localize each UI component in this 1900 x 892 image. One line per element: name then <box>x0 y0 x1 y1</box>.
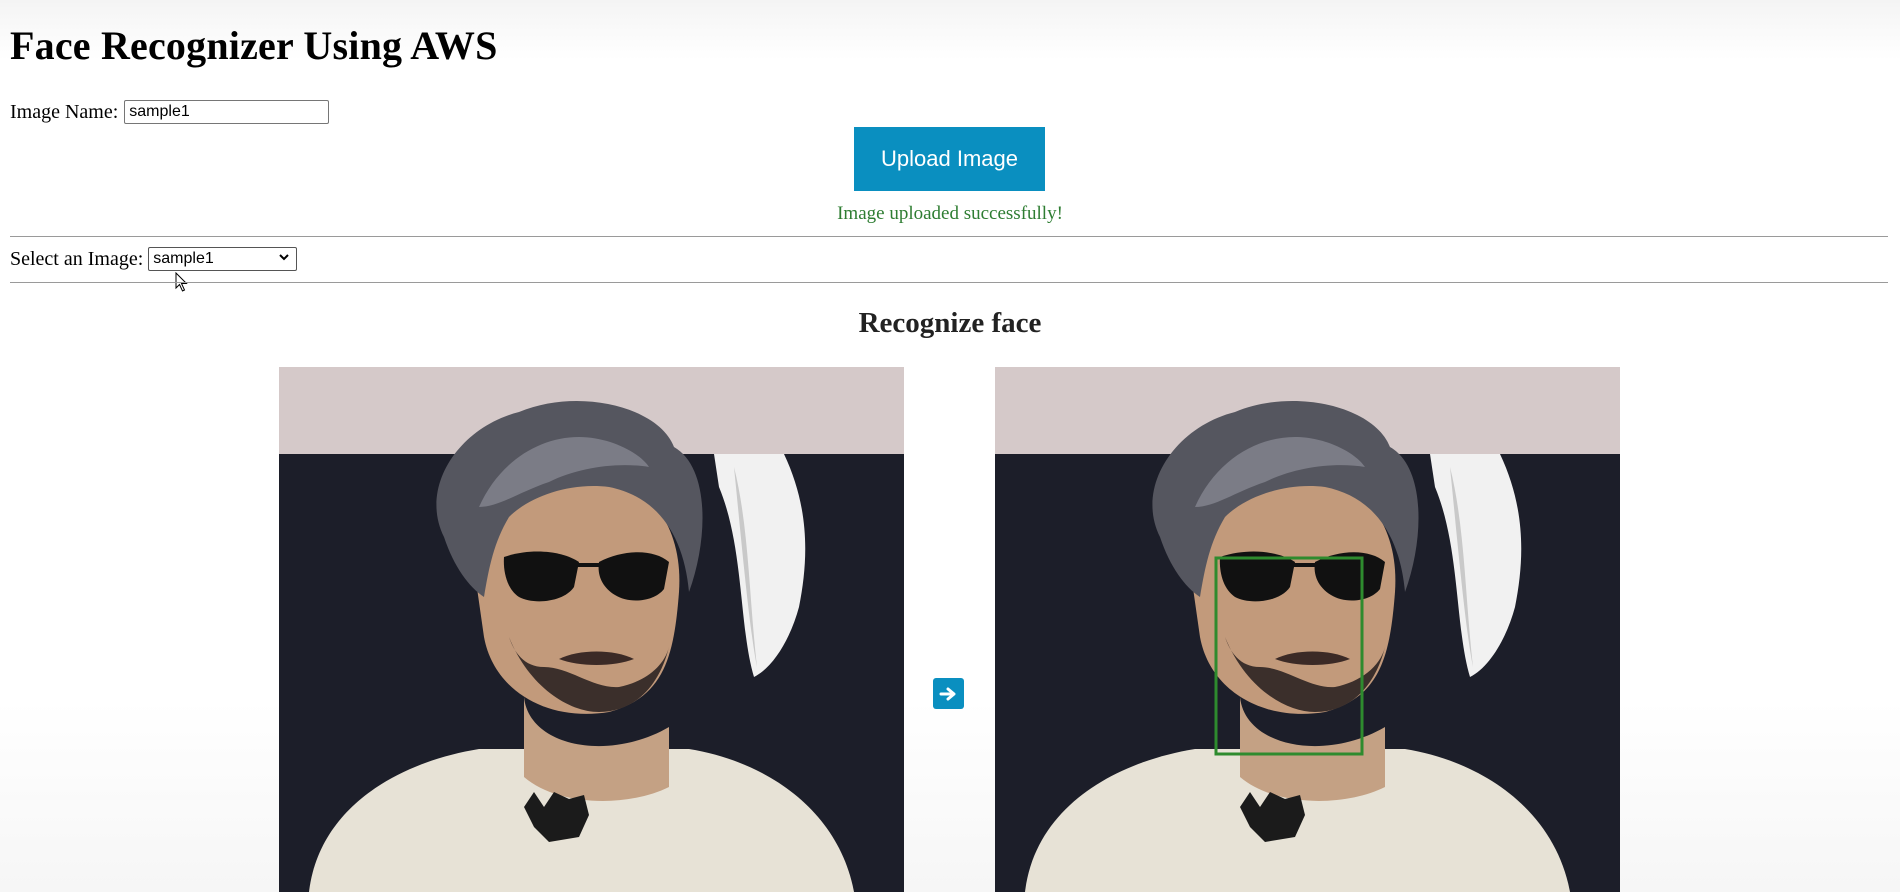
page: Face Recognizer Using AWS Image Name: Up… <box>0 0 1900 892</box>
arrow-right-icon <box>933 678 964 709</box>
page-title: Face Recognizer Using AWS <box>10 23 498 68</box>
image-name-row: Image Name: <box>10 100 330 124</box>
upload-image-button[interactable]: Upload Image <box>854 127 1045 191</box>
image-name-input[interactable] <box>124 100 330 124</box>
mouse-cursor-icon <box>175 272 188 292</box>
image-select-label: Select an Image: <box>10 247 144 270</box>
chevron-down-icon <box>278 250 290 267</box>
divider-top <box>10 236 1888 237</box>
recognized-photo <box>995 367 1620 892</box>
image-name-label: Image Name: <box>10 100 119 123</box>
image-select-dropdown[interactable]: sample1 <box>148 247 298 271</box>
image-select-value: sample1 <box>153 250 214 267</box>
recognize-heading: Recognize face <box>858 307 1042 339</box>
image-select-row: Select an Image: sample1 <box>10 247 298 271</box>
original-photo <box>279 367 904 892</box>
upload-status-message: Image uploaded successfully! <box>837 203 1063 224</box>
divider-bottom <box>10 282 1888 283</box>
